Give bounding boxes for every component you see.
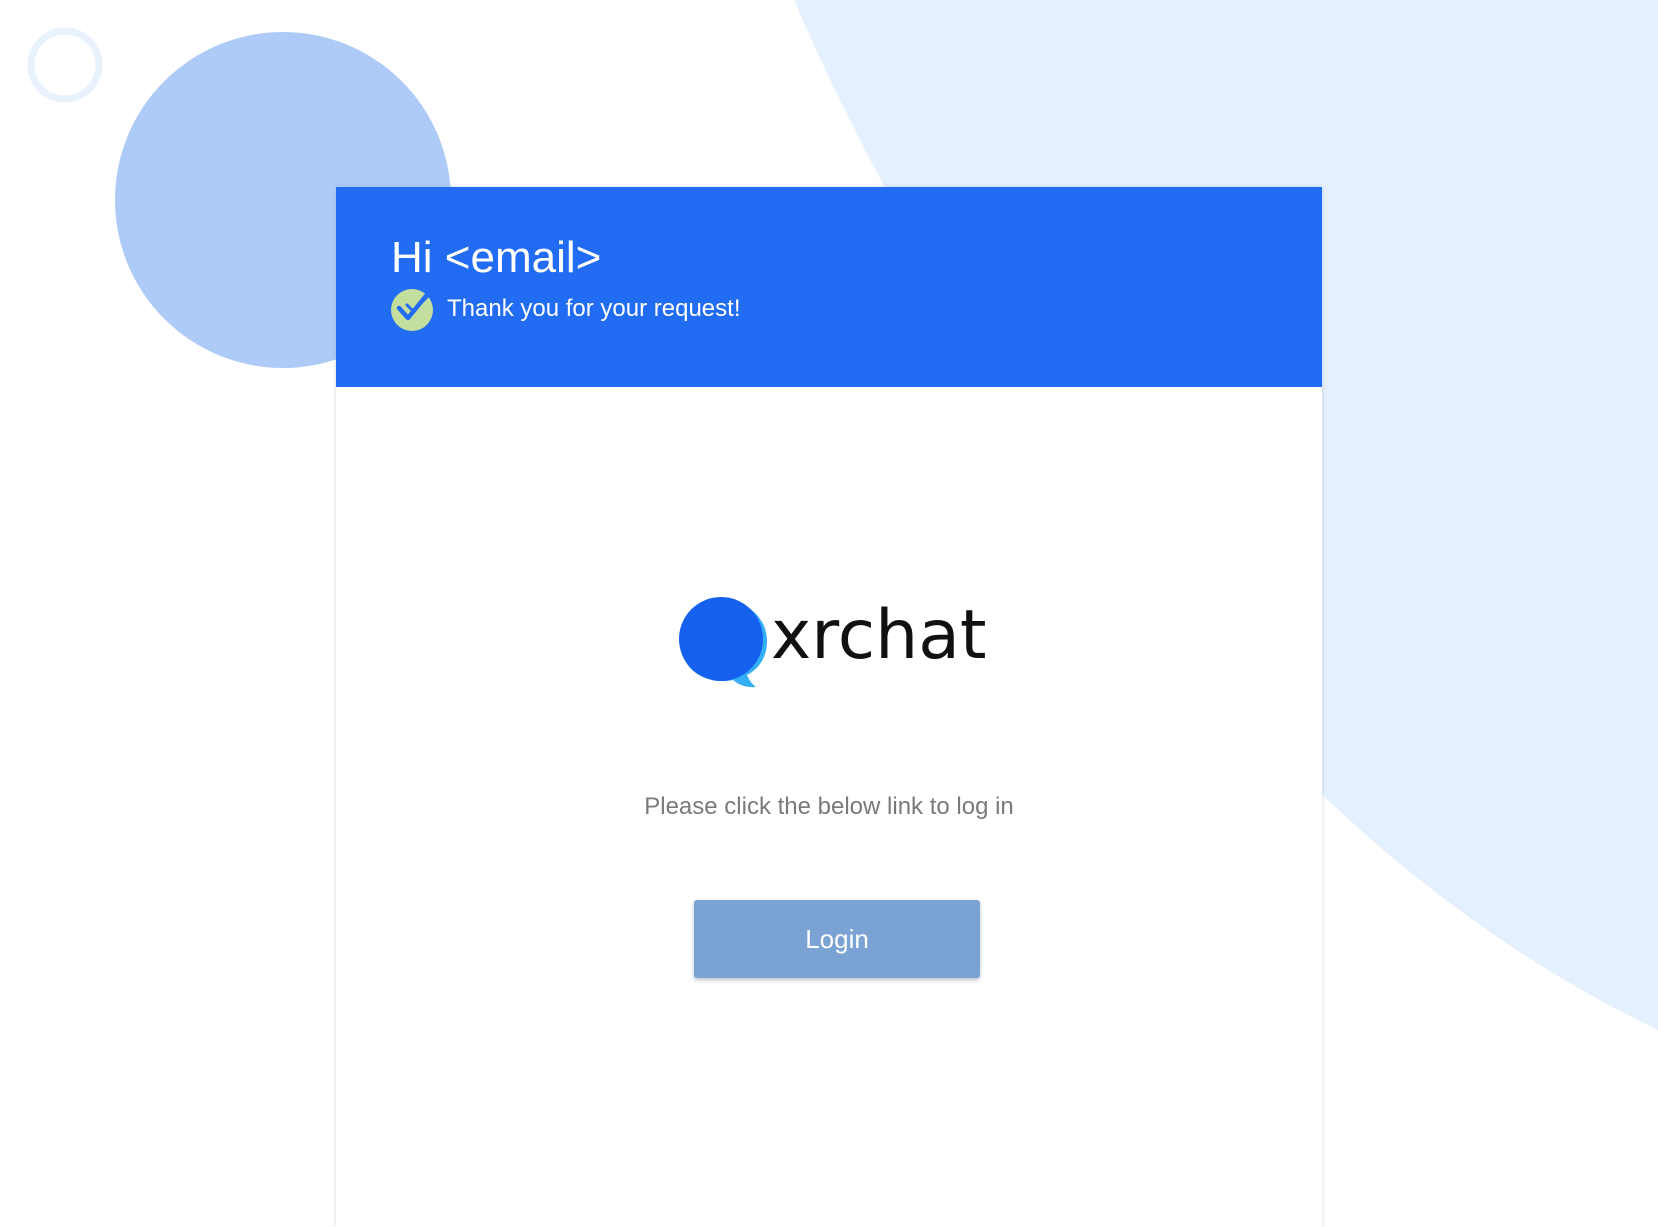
thanks-message: Thank you for your request!	[447, 295, 741, 322]
background-ring	[27, 27, 103, 103]
logo-wordmark: xrchat	[771, 596, 987, 675]
xrchat-logo: xrchat	[677, 589, 987, 689]
thanks-row: Thank you for your request!	[390, 286, 740, 332]
greeting-heading: Hi <email>	[391, 233, 602, 282]
chat-bubble-icon	[679, 597, 767, 688]
login-button[interactable]: Login	[694, 900, 980, 978]
check-badge-icon	[391, 288, 433, 331]
card-header: Hi <email> Thank you for your request!	[336, 187, 1322, 387]
email-card: Hi <email> Thank you for your request! x…	[336, 187, 1322, 1227]
login-instruction: Please click the below link to log in	[644, 793, 1014, 820]
